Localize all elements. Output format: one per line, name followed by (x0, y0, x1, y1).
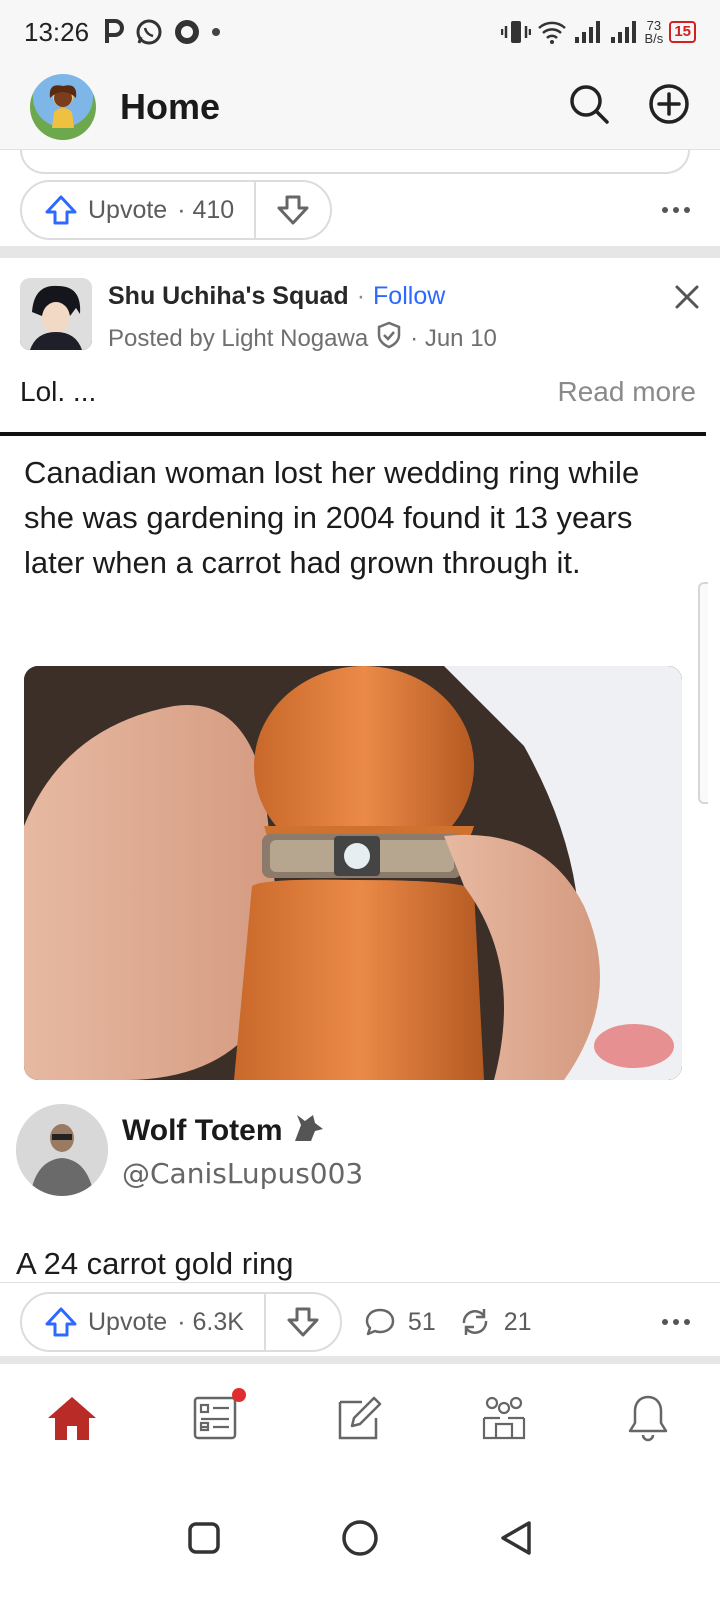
comment-icon (365, 1308, 395, 1336)
close-icon[interactable] (674, 284, 700, 352)
tweet-author-handle: @CanisLupus003 (122, 1156, 364, 1190)
more-options-icon[interactable] (662, 1319, 690, 1325)
vibrate-icon (500, 19, 531, 45)
post-meta-bottom: Posted by Light Nogawa · Jun 10 (108, 321, 497, 356)
profile-avatar[interactable] (30, 73, 96, 140)
home-system-icon[interactable] (341, 1519, 379, 1562)
following-icon (193, 1396, 237, 1440)
upvote-count: · 6.3K (177, 1307, 244, 1336)
comments-count: 51 (407, 1307, 436, 1336)
wifi-icon (537, 19, 567, 45)
post-meta: Shu Uchiha's Squad · Follow Posted by Li… (108, 278, 497, 352)
nav-spaces[interactable] (464, 1378, 544, 1458)
tweet-author-name-row: Wolf Totem (122, 1111, 363, 1151)
upvote-button[interactable]: Upvote · 410 (22, 182, 257, 238)
tweet-author: Wolf Totem @CanisLupus003 (16, 1104, 363, 1196)
recents-icon[interactable] (187, 1521, 221, 1560)
more-options-icon[interactable] (662, 207, 690, 213)
add-post-icon[interactable] (648, 83, 690, 130)
upvote-button[interactable]: Upvote · 6.3K (22, 1294, 266, 1350)
dot-icon (211, 27, 221, 37)
follow-button[interactable]: Follow (373, 282, 445, 311)
separator: · (356, 282, 366, 310)
whatsapp-icon (135, 18, 163, 46)
upvote-count: · 410 (177, 195, 235, 224)
tweet-author-name: Wolf Totem (122, 1113, 283, 1147)
post-image[interactable]: Canadian woman lost her wedding ring whi… (0, 436, 706, 1282)
upvote-icon (45, 195, 77, 225)
page-title: Home (120, 85, 221, 127)
vote-pill: Upvote · 410 (20, 180, 333, 240)
signal-icon-2 (609, 19, 639, 45)
back-icon[interactable] (499, 1520, 533, 1561)
upvote-label: Upvote (88, 195, 168, 224)
network-speed: 73 B/s (645, 19, 664, 45)
browser-icon (173, 18, 201, 46)
share-button[interactable]: 21 (458, 1307, 532, 1337)
status-time: 13:26 (24, 16, 90, 47)
header-actions (568, 83, 690, 130)
feed-divider (0, 1356, 720, 1364)
status-bar: 13:26 73 B/s 15 (0, 0, 720, 64)
downvote-icon (277, 195, 309, 225)
read-more-link[interactable]: Read more (557, 376, 696, 408)
tweet-author-names: Wolf Totem @CanisLupus003 (122, 1111, 363, 1190)
post-excerpt: Lol. ... Read more (20, 376, 696, 408)
action-bar-divider (0, 1282, 720, 1283)
battery-indicator: 15 (669, 21, 696, 43)
nav-home[interactable] (32, 1378, 112, 1458)
space-avatar[interactable] (20, 278, 92, 350)
signal-icon-1 (573, 19, 603, 45)
carrot-ring-photo (24, 666, 682, 1080)
home-icon (48, 1397, 96, 1440)
answer-icon (338, 1396, 382, 1440)
post-header: Shu Uchiha's Squad · Follow Posted by Li… (20, 278, 700, 352)
feed-divider (0, 246, 720, 258)
nav-following[interactable] (176, 1378, 256, 1458)
downvote-button[interactable] (256, 182, 330, 238)
upvote-icon (45, 1307, 77, 1337)
network-speed-unit: B/s (644, 31, 664, 46)
tweet-author-avatar (16, 1104, 108, 1196)
search-icon[interactable] (568, 83, 610, 130)
upvote-label: Upvote (88, 1307, 168, 1336)
downvote-button[interactable] (266, 1294, 340, 1350)
previous-post-action-bar: Upvote · 410 (0, 178, 720, 242)
nav-notifications[interactable] (608, 1378, 688, 1458)
tweet-text: Canadian woman lost her wedding ring whi… (24, 455, 640, 580)
posted-by[interactable]: Posted by Light Nogawa (108, 325, 368, 353)
bottom-nav (0, 1364, 720, 1472)
previous-post-card-edge (20, 150, 690, 174)
tweet-reply-text: A 24 carrot gold ring (16, 1246, 294, 1281)
app-header: Home (0, 64, 720, 150)
notification-dot (232, 1388, 246, 1402)
scroll-indicator[interactable] (698, 582, 708, 804)
downvote-icon (287, 1307, 319, 1337)
parking-app-icon (103, 19, 125, 45)
space-name[interactable]: Shu Uchiha's Squad (108, 282, 349, 311)
vote-pill: Upvote · 6.3K (20, 1292, 342, 1352)
notifications-icon (628, 1395, 668, 1442)
verified-shield-icon (376, 321, 402, 356)
comments-button[interactable]: 51 (364, 1307, 436, 1337)
nav-answer[interactable] (320, 1378, 400, 1458)
status-notification-icons (103, 18, 221, 46)
wolf-icon (291, 1111, 325, 1151)
system-nav-bar (0, 1480, 720, 1600)
excerpt-text: Lol. ... (20, 376, 97, 407)
spaces-icon (482, 1396, 526, 1440)
shares-count: 21 (503, 1307, 532, 1336)
status-system-icons: 73 B/s 15 (500, 19, 696, 45)
post-meta-top: Shu Uchiha's Squad · Follow (108, 282, 497, 311)
share-icon (462, 1309, 487, 1335)
post-action-bar: Upvote · 6.3K 51 21 (0, 1290, 720, 1354)
post-date: · Jun 10 (410, 324, 497, 352)
